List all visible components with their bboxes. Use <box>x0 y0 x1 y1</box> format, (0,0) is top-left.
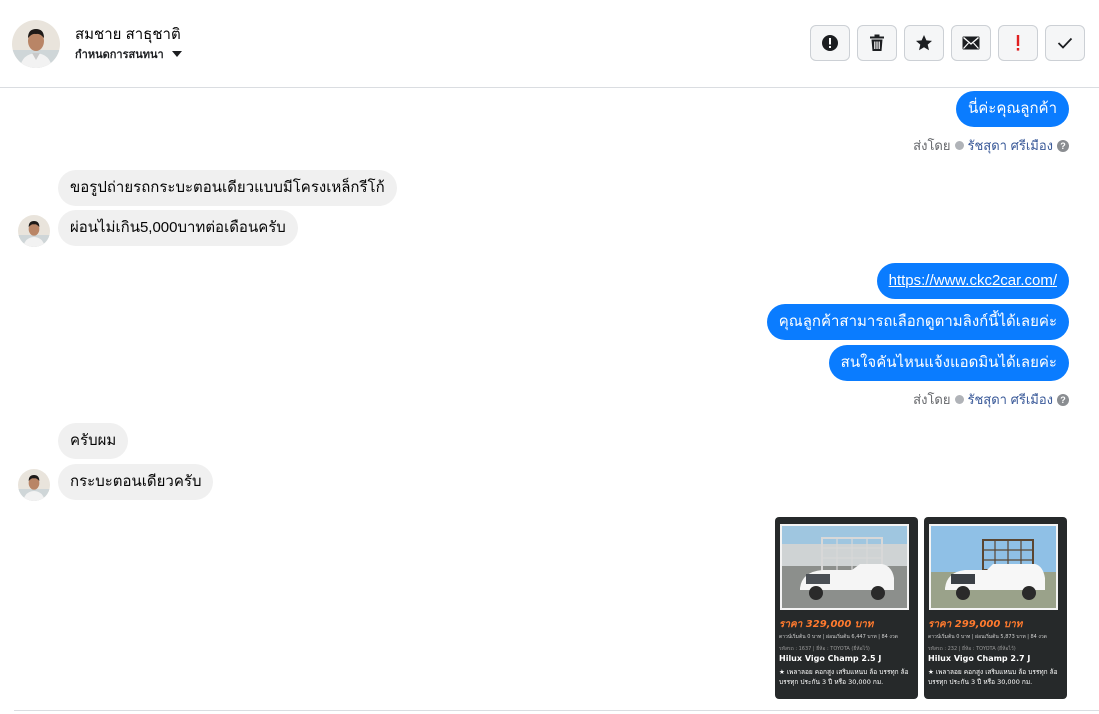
composer-divider <box>14 710 1099 711</box>
car-meta: รหัสรถ : 1637 | ยี่ห้อ : TOYOTA (ยี่ห้อไ… <box>779 646 870 652</box>
contact-avatar[interactable] <box>12 20 60 68</box>
car-finance-terms: ดาวน์เริ่มต้น 0 บาท | ผ่อนเริ่มต้น 6,447… <box>779 634 898 640</box>
car-description: ★ เพลาลอย คอกสูง เสริมแหนบ ล้อ บรรทุก ล้… <box>928 668 1058 686</box>
sent-by-prefix: ส่งโดย <box>913 138 951 153</box>
mark-unread-button[interactable] <box>951 25 991 61</box>
important-button[interactable] <box>998 25 1038 61</box>
car-meta: รหัสรถ : 232 | ยี่ห้อ : TOYOTA (ยี่ห้อไว… <box>928 646 1016 652</box>
star-icon <box>916 35 932 51</box>
sent-by-prefix: ส่งโดย <box>913 392 951 407</box>
sent-by-label: ส่งโดย รัชสุดา ศรีเมือง ? <box>913 135 1069 156</box>
message-outgoing[interactable]: คุณลูกค้าสามารถเลือกดูตามลิงก์นี้ได้เลยค… <box>766 304 1069 340</box>
agent-status-icon <box>954 395 964 404</box>
car-listing-image[interactable]: ราคา 329,000 บาท ดาวน์เริ่มต้น 0 บาท | ผ… <box>775 517 918 699</box>
message-outgoing[interactable]: สนใจคันไหนแจ้งแอดมินได้เลยค่ะ <box>828 345 1069 381</box>
car-price: ราคา 329,000 บาท <box>779 619 874 630</box>
help-icon[interactable]: ? <box>1057 139 1069 152</box>
car-finance-terms: ดาวน์เริ่มต้น 0 บาท | ผ่อนเริ่มต้น 5,873… <box>928 634 1047 640</box>
done-button[interactable] <box>1045 25 1085 61</box>
report-button[interactable] <box>810 25 850 61</box>
car-model: Hilux Vigo Champ 2.5 J <box>779 654 882 663</box>
car-photo <box>929 524 1058 610</box>
caret-down-icon <box>171 51 182 57</box>
agent-status-icon <box>954 141 964 150</box>
message-incoming[interactable]: ขอรูปถ่ายรถกระบะตอนเดียวแบบมีโครงเหล็กรี… <box>58 170 397 206</box>
assign-label: กำหนดการสนทนา <box>75 49 164 61</box>
exclamation-icon <box>1016 35 1020 51</box>
message-outgoing-link[interactable]: https://www.ckc2car.com/ <box>876 263 1069 299</box>
car-photo <box>780 524 909 610</box>
contact-name[interactable]: สมชาย สาธุชาติ <box>75 22 181 46</box>
check-icon <box>1057 37 1073 49</box>
star-button[interactable] <box>904 25 944 61</box>
sent-by-label: ส่งโดย รัชสุดา ศรีเมือง ? <box>913 389 1069 410</box>
url-link[interactable]: https://www.ckc2car.com/ <box>889 272 1057 289</box>
message-incoming[interactable]: ครับผม <box>58 423 129 459</box>
contact-avatar-small <box>18 215 50 247</box>
sent-by-agent[interactable]: รัชสุดา ศรีเมือง <box>968 135 1054 156</box>
contact-avatar-small <box>18 469 50 501</box>
message-thread: นี่ค่ะคุณลูกค้า ส่งโดย รัชสุดา ศรีเมือง … <box>0 89 1099 709</box>
conversation-header: สมชาย สาธุชาติ กำหนดการสนทนา <box>0 0 1099 88</box>
envelope-icon <box>962 36 980 50</box>
help-icon[interactable]: ? <box>1057 393 1069 406</box>
car-listing-image[interactable]: ราคา 299,000 บาท ดาวน์เริ่มต้น 0 บาท | ผ… <box>924 517 1067 699</box>
message-incoming[interactable]: กระบะตอนเดียวครับ <box>58 464 214 500</box>
car-description: ★ เพลาลอย คอกสูง เสริมแหนบ ล้อ บรรทุก ล้… <box>779 668 909 686</box>
alert-circle-icon <box>822 35 838 51</box>
message-incoming[interactable]: ผ่อนไม่เกิน5,000บาทต่อเดือนครับ <box>58 210 298 246</box>
message-outgoing[interactable]: นี่ค่ะคุณลูกค้า <box>955 91 1069 127</box>
car-price: ราคา 299,000 บาท <box>928 619 1023 630</box>
sent-by-agent[interactable]: รัชสุดา ศรีเมือง <box>968 389 1054 410</box>
car-model: Hilux Vigo Champ 2.7 J <box>928 654 1031 663</box>
conversation-toolbar <box>810 25 1085 61</box>
assign-conversation-dropdown[interactable]: กำหนดการสนทนา <box>75 45 182 63</box>
trash-icon <box>870 34 884 51</box>
delete-button[interactable] <box>857 25 897 61</box>
